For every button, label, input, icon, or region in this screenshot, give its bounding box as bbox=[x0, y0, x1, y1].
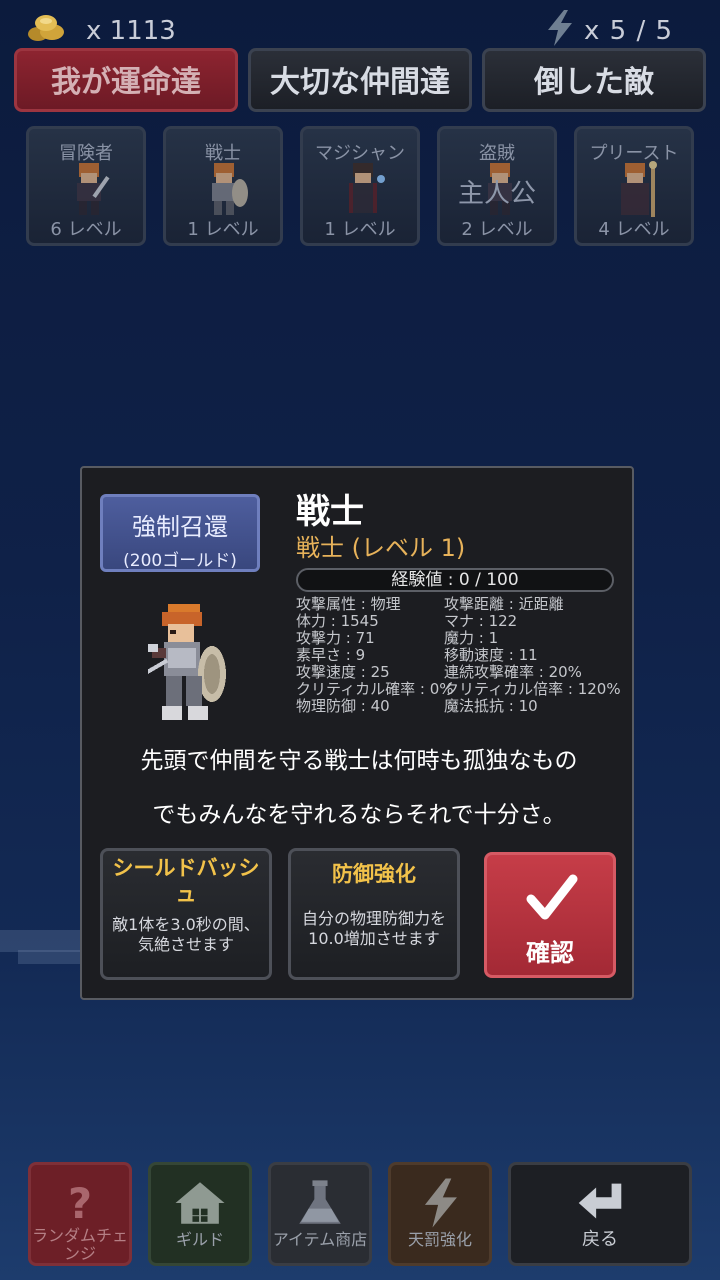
lightning-icon bbox=[548, 10, 572, 46]
random-change-label: ランダムチェンジ bbox=[31, 1226, 128, 1263]
skill-card-defense-up[interactable]: 防御強化 自分の物理防御力を10.0増加させます bbox=[288, 848, 460, 980]
stat-magic: 魔力 : 1 bbox=[444, 629, 499, 647]
question-mark-icon: ? bbox=[68, 1180, 92, 1228]
character-level: 1 レベル bbox=[324, 219, 396, 240]
tab-defeated-enemies[interactable]: 倒した敵 bbox=[482, 48, 706, 112]
stat-mana: マナ : 122 bbox=[444, 612, 518, 630]
priest-sprite-icon bbox=[621, 161, 657, 217]
item-shop-button[interactable]: アイテム商店 bbox=[268, 1162, 372, 1266]
house-icon bbox=[175, 1182, 225, 1224]
stat-combo-chance: 連続攻撃確率 : 20% bbox=[444, 663, 582, 681]
stat-hp: 体力 : 1545 bbox=[296, 612, 379, 630]
stat-row: 素早さ : 9 移動速度 : 11 bbox=[296, 647, 636, 664]
cloud-decoration bbox=[0, 930, 90, 952]
svg-text:?: ? bbox=[68, 1180, 92, 1228]
stat-agility: 素早さ : 9 bbox=[296, 646, 366, 664]
character-title: 戦士 bbox=[296, 492, 364, 532]
stat-attack-type: 攻撃属性 : 物理 bbox=[296, 595, 401, 613]
protagonist-label: 主人公 bbox=[457, 179, 536, 209]
skill-name: シールドバッシュ bbox=[112, 856, 260, 906]
force-recall-cost: (200ゴールド) bbox=[123, 551, 237, 571]
character-level: 1 レベル bbox=[187, 219, 259, 240]
stat-row: 攻撃力 : 71 魔力 : 1 bbox=[296, 630, 636, 647]
stat-row: クリティカル確率 : 0% クリティカル倍率 : 120% bbox=[296, 681, 636, 698]
tab-my-destinies[interactable]: 我が運命達 bbox=[14, 48, 238, 112]
character-description: 先頭で仲間を守る戦士は何時も孤独なもの でもみんなを守れるならそれで十分さ。 bbox=[82, 734, 636, 842]
character-card-adventurer[interactable]: 冒険者 6 レベル bbox=[26, 126, 146, 246]
stat-crit-chance: クリティカル確率 : 0% bbox=[296, 680, 454, 698]
confirm-label: 確認 bbox=[526, 939, 574, 967]
random-change-button[interactable]: ? ランダムチェンジ bbox=[28, 1162, 132, 1266]
back-button[interactable]: 戻る bbox=[508, 1162, 692, 1266]
warrior-portrait-icon bbox=[148, 604, 226, 720]
guild-label: ギルド bbox=[175, 1230, 224, 1249]
stat-magic-resist: 魔法抵抗 : 10 bbox=[444, 697, 538, 715]
stat-physical-defense: 物理防御 : 40 bbox=[296, 697, 390, 715]
gold-count: x 1113 bbox=[86, 16, 176, 46]
description-line-2: でもみんなを守れるならそれで十分さ。 bbox=[152, 802, 566, 828]
bottom-navigation: ? ランダムチェンジ ギルド アイテム商店 天罰強化 戻る bbox=[0, 1158, 720, 1270]
character-class-level: 戦士 (レベル 1) bbox=[296, 534, 466, 562]
confirm-button[interactable]: 確認 bbox=[484, 852, 616, 978]
guild-button[interactable]: ギルド bbox=[148, 1162, 252, 1266]
divine-punishment-upgrade-button[interactable]: 天罰強化 bbox=[388, 1162, 492, 1266]
character-detail-dialog: 強制召還 (200ゴールド) 戦士 戦士 (レベル 1) 経験値 : 0 / 1… bbox=[80, 466, 634, 1000]
skill-description: 自分の物理防御力を10.0増加させます bbox=[301, 909, 446, 948]
stats-table: 攻撃属性 : 物理 攻撃距離 : 近距離 体力 : 1545 マナ : 122 攻撃… bbox=[296, 596, 636, 715]
character-level: 4 レベル bbox=[598, 219, 670, 240]
character-card-magician[interactable]: マジシャン 1 レベル bbox=[300, 126, 420, 246]
stat-row: 攻撃属性 : 物理 攻撃距離 : 近距離 bbox=[296, 596, 636, 613]
adventurer-sprite-icon bbox=[77, 163, 110, 215]
lightning-icon bbox=[424, 1178, 457, 1228]
warrior-sprite-icon bbox=[212, 163, 248, 215]
energy-count: x 5 / 5 bbox=[584, 16, 674, 46]
stat-attack: 攻撃力 : 71 bbox=[296, 629, 375, 647]
flask-icon bbox=[299, 1180, 341, 1224]
character-level: 6 レベル bbox=[50, 219, 122, 240]
stat-attack-speed: 攻撃速度 : 25 bbox=[296, 663, 390, 681]
experience-text: 経験値 : 0 / 100 bbox=[391, 570, 519, 590]
description-line-1: 先頭で仲間を守る戦士は何時も孤独なもの bbox=[140, 748, 578, 774]
stat-move-speed: 移動速度 : 11 bbox=[444, 646, 538, 664]
item-shop-label: アイテム商店 bbox=[272, 1230, 368, 1249]
divine-punishment-label: 天罰強化 bbox=[407, 1230, 472, 1249]
skill-name: 防御強化 bbox=[332, 862, 416, 886]
character-card-thief[interactable]: 盗賊 主人公 2 レベル bbox=[437, 126, 557, 246]
skill-card-shield-bash[interactable]: シールドバッシュ 敵1体を3.0秒の間、気絶させます bbox=[100, 848, 272, 980]
character-list: 冒険者 6 レベル 戦士 1 レベル マジシャン 1 レベル 盗賊 主人公 2 … bbox=[26, 126, 694, 246]
force-recall-button[interactable]: 強制召還 (200ゴールド) bbox=[100, 494, 260, 572]
checkmark-icon bbox=[526, 874, 578, 920]
tab-bar: 我が運命達 大切な仲間達 倒した敵 bbox=[14, 48, 706, 112]
skill-description: 敵1体を3.0秒の間、気絶させます bbox=[112, 915, 260, 954]
stat-crit-multiplier: クリティカル倍率 : 120% bbox=[444, 680, 621, 698]
experience-bar: 経験値 : 0 / 100 bbox=[296, 568, 614, 592]
back-label: 戻る bbox=[582, 1229, 618, 1250]
stat-row: 体力 : 1545 マナ : 122 bbox=[296, 613, 636, 630]
character-level: 2 レベル bbox=[461, 219, 533, 240]
magician-sprite-icon bbox=[349, 163, 385, 213]
stat-attack-range: 攻撃距離 : 近距離 bbox=[444, 595, 564, 613]
stat-row: 物理防御 : 40 魔法抵抗 : 10 bbox=[296, 698, 636, 715]
return-arrow-icon bbox=[578, 1183, 622, 1219]
character-card-warrior[interactable]: 戦士 1 レベル bbox=[163, 126, 283, 246]
character-card-priest[interactable]: プリースト 4 レベル bbox=[574, 126, 694, 246]
gold-coins-icon bbox=[28, 15, 64, 41]
stat-row: 攻撃速度 : 25 連続攻撃確率 : 20% bbox=[296, 664, 636, 681]
force-recall-label: 強制召還 bbox=[132, 513, 228, 541]
tab-precious-companions[interactable]: 大切な仲間達 bbox=[248, 48, 472, 112]
status-bar: x 1113 x 5 / 5 bbox=[0, 8, 720, 48]
